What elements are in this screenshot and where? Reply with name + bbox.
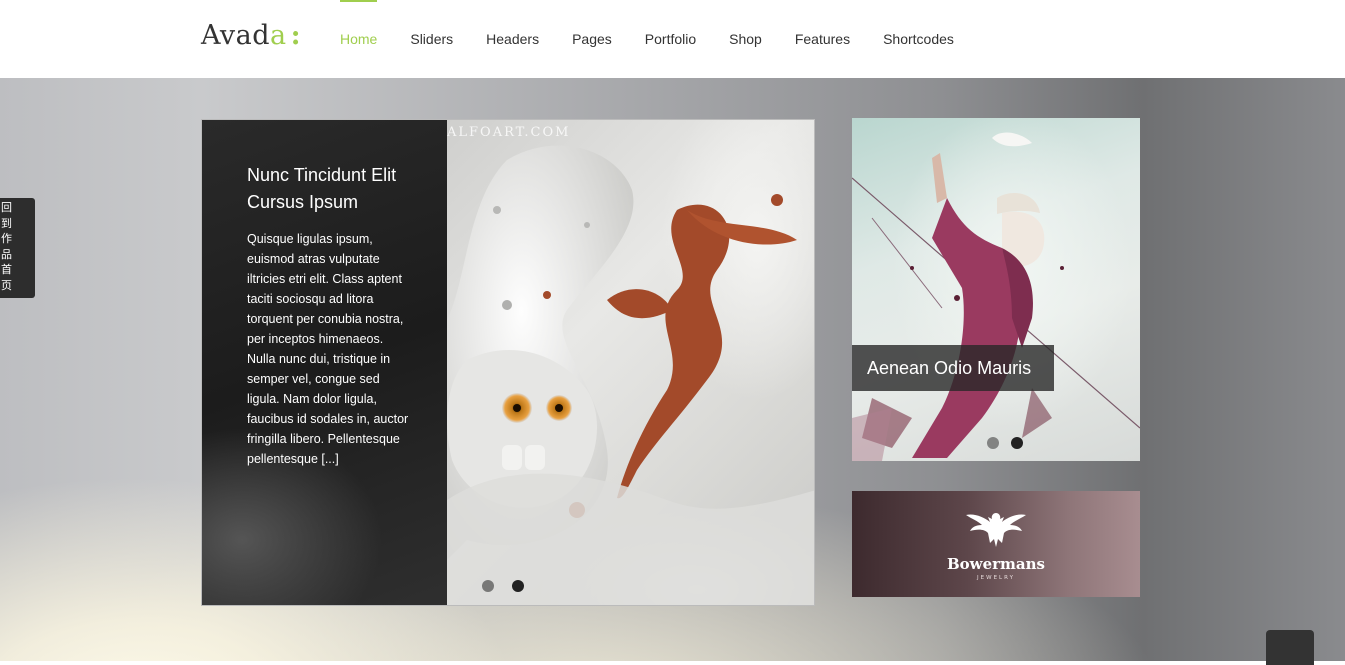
- bowermans-banner[interactable]: Bowermans JEWELRY: [852, 491, 1140, 597]
- slide-excerpt: Quisque ligulas ipsum, euismod atras vul…: [247, 232, 409, 466]
- slide-text-panel: Nunc Tincidunt Elit Cursus Ipsum Quisque…: [202, 120, 447, 605]
- nav-headers[interactable]: Headers: [486, 0, 539, 78]
- slider-dot-1[interactable]: [482, 580, 494, 592]
- milk-splash-illustration: [447, 145, 814, 605]
- site-header: Avada: Home Sliders Headers Pages Portfo…: [0, 0, 1345, 79]
- image-watermark: ALFOART.COM: [447, 125, 571, 140]
- back-to-works-tab[interactable]: 回 到 作 品 首 页: [0, 198, 35, 298]
- logo-colon: :: [290, 20, 302, 51]
- side-slider[interactable]: Aenean Odio Mauris: [852, 118, 1140, 461]
- nav-pages[interactable]: Pages: [572, 0, 612, 78]
- tab-char: 页: [1, 278, 12, 292]
- side-slider-dot-1[interactable]: [987, 437, 999, 449]
- back-to-top-icon[interactable]: [1266, 630, 1314, 665]
- side-slider-pagination: [987, 437, 1023, 449]
- nav-shortcodes[interactable]: Shortcodes: [883, 0, 954, 78]
- logo-accent-letter: a: [270, 20, 287, 51]
- nav-home[interactable]: Home: [340, 0, 378, 78]
- tab-char: 品: [1, 247, 12, 261]
- tab-char: 回: [1, 201, 12, 214]
- slider-dot-2[interactable]: [512, 580, 524, 592]
- logo-text: Avad: [201, 20, 271, 51]
- banner-subtitle: JEWELRY: [977, 575, 1015, 581]
- nav-sliders[interactable]: Sliders: [410, 0, 453, 78]
- side-slide-caption[interactable]: Aenean Odio Mauris: [852, 345, 1055, 391]
- nav-shop[interactable]: Shop: [729, 0, 762, 78]
- site-logo[interactable]: Avada:: [201, 20, 301, 51]
- slide-title: Nunc Tincidunt Elit Cursus Ipsum: [247, 165, 397, 212]
- tab-char: 到: [1, 216, 12, 230]
- side-slider-dot-2[interactable]: [1011, 437, 1023, 449]
- dancer-illustration: [852, 132, 1140, 461]
- slider-pagination: [482, 580, 524, 592]
- banner-brand: Bowermans: [947, 555, 1045, 573]
- nav-features[interactable]: Features: [795, 0, 850, 78]
- tab-char: 作: [1, 232, 12, 245]
- nav-portfolio[interactable]: Portfolio: [645, 0, 696, 78]
- slide-image: ALFOART.COM: [447, 120, 814, 605]
- eagle-crest-icon: [966, 513, 1026, 547]
- main-nav: Home Sliders Headers Pages Portfolio Sho…: [340, 0, 987, 78]
- tab-char: 首: [1, 263, 12, 276]
- main-slider[interactable]: Nunc Tincidunt Elit Cursus Ipsum Quisque…: [201, 119, 815, 606]
